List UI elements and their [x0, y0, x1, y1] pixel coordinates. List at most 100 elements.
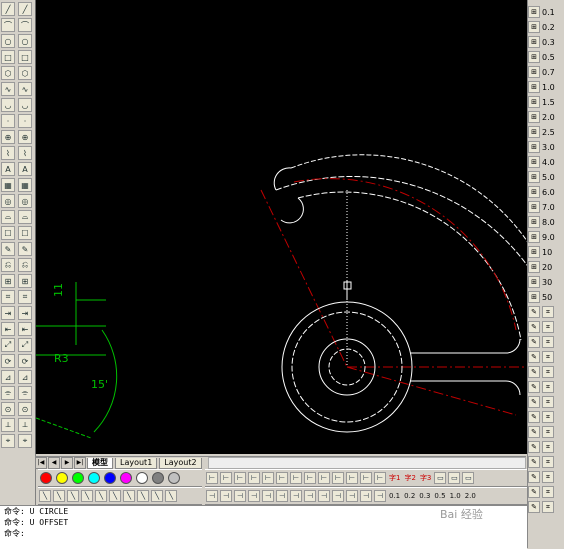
draw-tool-24-icon[interactable]: ⊿	[1, 370, 15, 384]
modify-tool-19-icon[interactable]: ⌗	[18, 290, 32, 304]
dim-tool-6-icon[interactable]: ⊢	[276, 472, 288, 484]
tab-layout1[interactable]: Layout1	[115, 457, 158, 469]
scale-item-8[interactable]: ⊞ 2.0	[528, 110, 564, 124]
modify-tool-17-icon[interactable]: ⎌	[18, 258, 32, 272]
color-swatch-9[interactable]	[168, 472, 180, 484]
dim-tool-12-icon[interactable]: ⊢	[360, 472, 372, 484]
color-swatch-1[interactable]	[40, 472, 52, 484]
text-tool-1[interactable]: 字1	[389, 473, 400, 483]
style-tool-6-icon[interactable]: ⊣	[276, 490, 288, 502]
scale-item-11[interactable]: ⊞ 4.0	[528, 155, 564, 169]
scale-item-3[interactable]: ⊞ 0.3	[528, 35, 564, 49]
modify-tool-22-icon[interactable]: ⤢	[18, 338, 32, 352]
right-tool-10[interactable]: ✎ ⌗	[528, 440, 564, 454]
modify-tool-4-icon[interactable]: □	[18, 50, 32, 64]
text-tool-2[interactable]: 字2	[404, 473, 415, 483]
linetype-8-icon[interactable]: ╲	[137, 490, 149, 502]
modify-tool-15-icon[interactable]: ☐	[18, 226, 32, 240]
draw-tool-5-icon[interactable]: ⬡	[1, 66, 15, 80]
style-tool-11-icon[interactable]: ⊣	[346, 490, 358, 502]
style-tool-9-icon[interactable]: ⊣	[318, 490, 330, 502]
style-tool-1-icon[interactable]: ⊣	[206, 490, 218, 502]
tab-layout2[interactable]: Layout2	[159, 457, 202, 469]
modify-tool-28-icon[interactable]: ⌖	[18, 434, 32, 448]
modify-tool-27-icon[interactable]: ⟂	[18, 418, 32, 432]
scale-item-6[interactable]: ⊞ 1.0	[528, 80, 564, 94]
dim-tool-11-icon[interactable]: ⊢	[346, 472, 358, 484]
modify-tool-18-icon[interactable]: ⊞	[18, 274, 32, 288]
style-tool-3-icon[interactable]: ⊣	[234, 490, 246, 502]
dim-tool-10-icon[interactable]: ⊢	[332, 472, 344, 484]
right-tool-6[interactable]: ✎ ⌗	[528, 380, 564, 394]
color-swatch-8[interactable]	[152, 472, 164, 484]
modify-tool-26-icon[interactable]: ⊙	[18, 402, 32, 416]
right-tool-7[interactable]: ✎ ⌗	[528, 395, 564, 409]
style-tool-12-icon[interactable]: ⊣	[360, 490, 372, 502]
draw-tool-10-icon[interactable]: ⌇	[1, 146, 15, 160]
misc-tool-2-icon[interactable]: ▭	[448, 472, 461, 484]
dim-tool-8-icon[interactable]: ⊢	[304, 472, 316, 484]
linetype-2-icon[interactable]: ╲	[53, 490, 65, 502]
color-swatch-5[interactable]	[104, 472, 116, 484]
draw-tool-20-icon[interactable]: ⇥	[1, 306, 15, 320]
scale-item-16[interactable]: ⊞ 9.0	[528, 230, 564, 244]
style-value-6[interactable]: 2.0	[465, 492, 476, 500]
style-value-5[interactable]: 1.0	[450, 492, 461, 500]
style-value-4[interactable]: 0.5	[434, 492, 445, 500]
modify-tool-11-icon[interactable]: A	[18, 162, 32, 176]
scale-item-1[interactable]: ⊞ 0.1	[528, 5, 564, 19]
right-tool-1[interactable]: ✎ ⌗	[528, 305, 564, 319]
draw-tool-3-icon[interactable]: ○	[1, 34, 15, 48]
dim-tool-4-icon[interactable]: ⊢	[248, 472, 260, 484]
linetype-7-icon[interactable]: ╲	[123, 490, 135, 502]
style-value-2[interactable]: 0.2	[404, 492, 415, 500]
modify-tool-8-icon[interactable]: ·	[18, 114, 32, 128]
right-tool-12[interactable]: ✎ ⌗	[528, 470, 564, 484]
linetype-10-icon[interactable]: ╲	[165, 490, 177, 502]
dim-tool-7-icon[interactable]: ⊢	[290, 472, 302, 484]
draw-tool-18-icon[interactable]: ⊞	[1, 274, 15, 288]
dim-tool-9-icon[interactable]: ⊢	[318, 472, 330, 484]
draw-tool-8-icon[interactable]: ·	[1, 114, 15, 128]
tab-model[interactable]: 模型	[87, 457, 113, 469]
draw-tool-6-icon[interactable]: ∿	[1, 82, 15, 96]
tab-next-button[interactable]: ▶	[61, 457, 73, 469]
style-tool-10-icon[interactable]: ⊣	[332, 490, 344, 502]
dim-tool-5-icon[interactable]: ⊢	[262, 472, 274, 484]
modify-tool-21-icon[interactable]: ⇤	[18, 322, 32, 336]
text-tool-3[interactable]: 字3	[420, 473, 431, 483]
draw-tool-12-icon[interactable]: ▦	[1, 178, 15, 192]
tab-prev-button[interactable]: ◀	[48, 457, 60, 469]
scale-item-4[interactable]: ⊞ 0.5	[528, 50, 564, 64]
linetype-1-icon[interactable]: ╲	[39, 490, 51, 502]
style-value-1[interactable]: 0.1	[389, 492, 400, 500]
draw-tool-2-icon[interactable]: ⌒	[1, 18, 15, 32]
color-swatch-3[interactable]	[72, 472, 84, 484]
scale-item-9[interactable]: ⊞ 2.5	[528, 125, 564, 139]
draw-tool-26-icon[interactable]: ⊙	[1, 402, 15, 416]
right-tool-2[interactable]: ✎ ⌗	[528, 320, 564, 334]
dim-tool-1-icon[interactable]: ⊢	[206, 472, 218, 484]
modify-tool-1-icon[interactable]: ╱	[18, 2, 32, 16]
scale-item-7[interactable]: ⊞ 1.5	[528, 95, 564, 109]
style-tool-4-icon[interactable]: ⊣	[248, 490, 260, 502]
modify-tool-25-icon[interactable]: ⌯	[18, 386, 32, 400]
modify-tool-5-icon[interactable]: ⬡	[18, 66, 32, 80]
scale-item-13[interactable]: ⊞ 6.0	[528, 185, 564, 199]
style-value-3[interactable]: 0.3	[419, 492, 430, 500]
modify-tool-24-icon[interactable]: ⊿	[18, 370, 32, 384]
linetype-6-icon[interactable]: ╲	[109, 490, 121, 502]
draw-tool-11-icon[interactable]: A	[1, 162, 15, 176]
tab-last-button[interactable]: ▶|	[74, 457, 86, 469]
draw-tool-23-icon[interactable]: ⟳	[1, 354, 15, 368]
modify-tool-2-icon[interactable]: ⌒	[18, 18, 32, 32]
draw-tool-22-icon[interactable]: ⤢	[1, 338, 15, 352]
command-prompt[interactable]: 命令:	[0, 528, 527, 539]
right-tool-5[interactable]: ✎ ⌗	[528, 365, 564, 379]
scale-item-18[interactable]: ⊞ 20	[528, 260, 564, 274]
linetype-5-icon[interactable]: ╲	[95, 490, 107, 502]
modify-tool-3-icon[interactable]: ○	[18, 34, 32, 48]
drawing-canvas[interactable]: 11 R3 15' ▲	[35, 0, 563, 454]
draw-tool-27-icon[interactable]: ⟂	[1, 418, 15, 432]
right-tool-8[interactable]: ✎ ⌗	[528, 410, 564, 424]
